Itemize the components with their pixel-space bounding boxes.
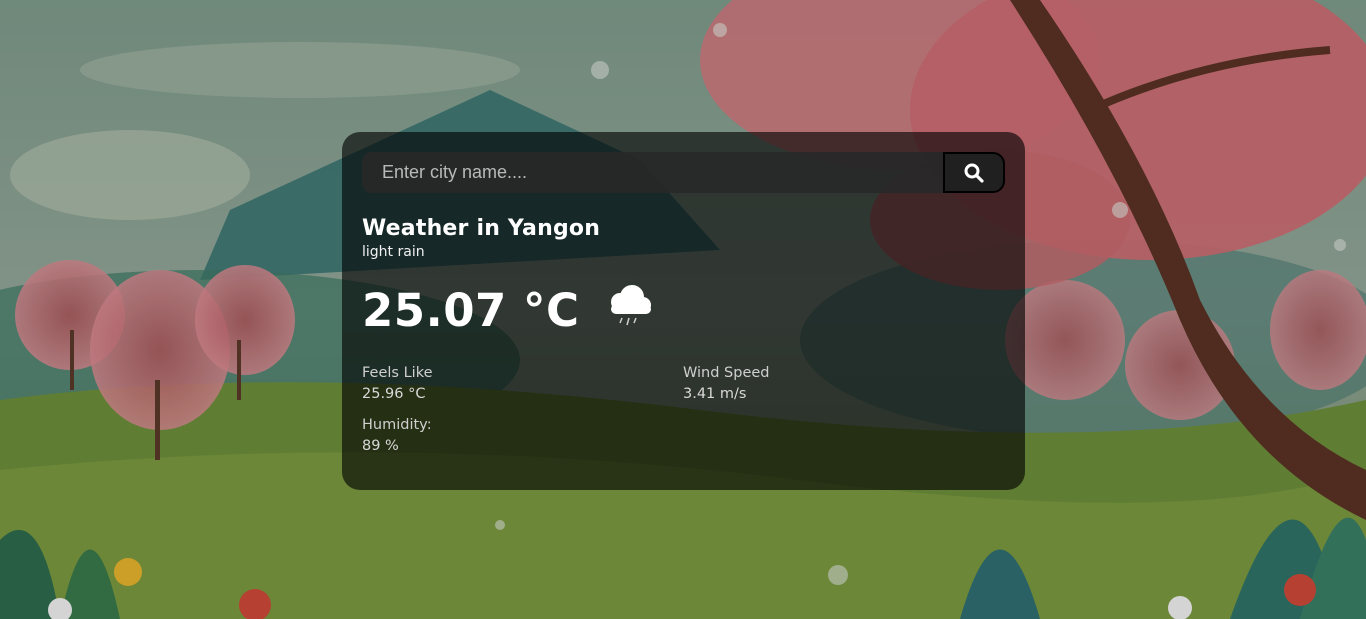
search-button[interactable] — [943, 152, 1005, 193]
temperature-value: 25.07 °C — [362, 283, 580, 337]
wind-speed-label: Wind Speed — [683, 365, 770, 381]
cloud-rain-icon — [610, 285, 651, 326]
humidity-label: Humidity: — [362, 417, 432, 433]
wind-speed-value: 3.41 m/s — [683, 386, 747, 402]
temperature-row: 25.07 °C — [362, 280, 1005, 340]
search-bar — [362, 152, 1005, 193]
weather-card: Weather in Yangon light rain 25.07 °C Fe… — [342, 132, 1025, 490]
weather-title: Weather in Yangon — [362, 216, 601, 241]
wind-speed: Wind Speed 3.41 m/s — [683, 363, 770, 405]
humidity-value: 89 % — [362, 438, 399, 454]
weather-description: light rain — [362, 244, 425, 260]
search-icon — [964, 163, 984, 183]
humidity: Humidity: 89 % — [362, 415, 432, 457]
feels-like-label: Feels Like — [362, 365, 433, 381]
weather-details: Feels Like 25.96 °C Wind Speed 3.41 m/s … — [362, 363, 1005, 463]
feels-like: Feels Like 25.96 °C — [362, 363, 433, 405]
feels-like-value: 25.96 °C — [362, 386, 426, 402]
city-search-input[interactable] — [362, 152, 943, 193]
